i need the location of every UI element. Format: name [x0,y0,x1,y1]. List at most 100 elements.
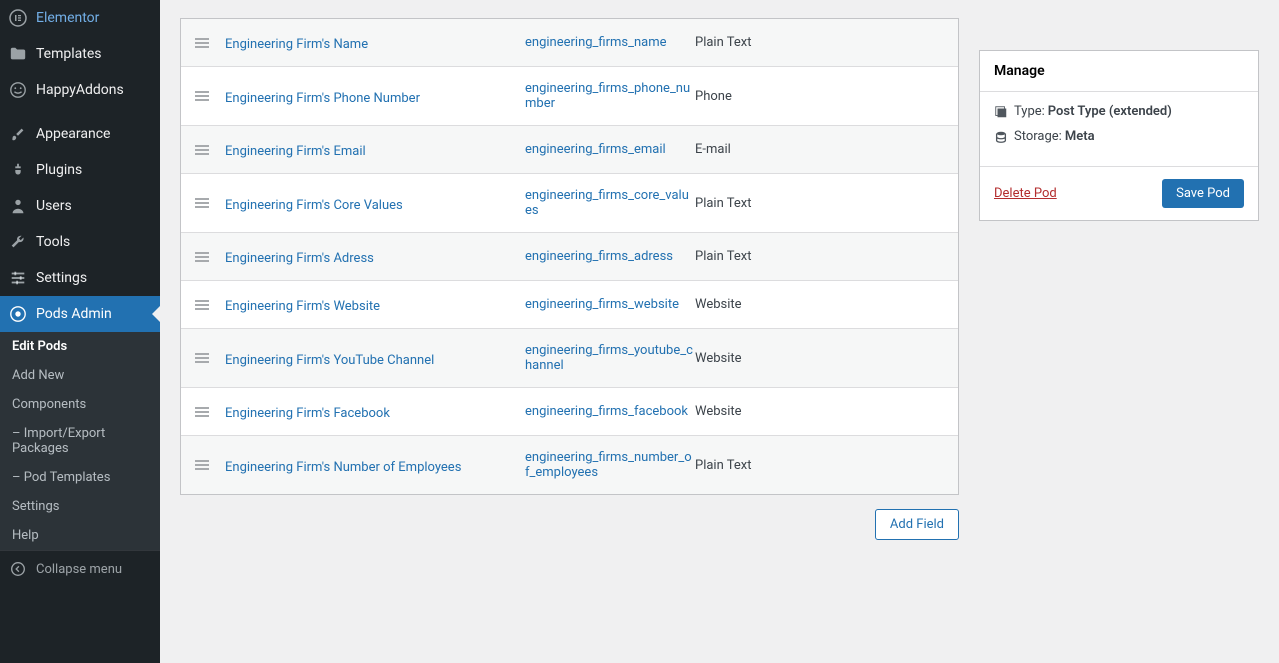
happyaddons-icon [8,80,28,100]
field-name[interactable]: engineering_firms_name [525,35,695,50]
sidebar-item-appearance[interactable]: Appearance [0,116,160,152]
sidebar-item-users[interactable]: Users [0,188,160,224]
sidebar-item-label: Elementor [36,10,99,26]
plug-icon [8,160,28,180]
field-name[interactable]: engineering_firms_website [525,297,695,312]
field-label-link[interactable]: Engineering Firm's Number of Employees [225,460,461,475]
sidebar-submenu: Edit Pods Add New Components – Import/Ex… [0,332,160,550]
field-name[interactable]: engineering_firms_youtube_channel [525,343,695,373]
elementor-icon [8,8,28,28]
field-label-link[interactable]: Engineering Firm's Adress [225,251,374,266]
field-label-link[interactable]: Engineering Firm's Phone Number [225,91,420,106]
submenu-settings[interactable]: Settings [0,492,160,521]
field-row: Engineering Firm's Phone Number engineeri… [181,67,958,126]
field-row: Engineering Firm's Email engineering_firm… [181,126,958,174]
drag-handle-icon[interactable] [195,250,225,264]
sidebar-item-label: Tools [36,234,70,250]
field-type: Plain Text [695,249,944,264]
submenu-components[interactable]: Components [0,390,160,419]
storage-icon [994,130,1008,144]
sidebar-item-happyaddons[interactable]: HappyAddons [0,72,160,108]
collapse-label: Collapse menu [36,562,122,577]
field-type: Website [695,404,944,419]
manage-title: Manage [980,51,1258,92]
field-type: Plain Text [695,35,944,50]
pods-icon [8,304,28,324]
drag-handle-icon[interactable] [195,351,225,365]
field-row: Engineering Firm's Adress engineering_fir… [181,233,958,281]
type-row: Type: Post Type (extended) [994,104,1244,119]
drag-handle-icon[interactable] [195,143,225,157]
drag-handle-icon[interactable] [195,89,225,103]
field-label-link[interactable]: Engineering Firm's Website [225,299,380,314]
type-label: Type: [1014,104,1045,119]
main-content: Engineering Firm's Name engineering_firms… [160,0,1279,663]
field-type: Phone [695,89,944,104]
field-row: Engineering Firm's Facebook engineering_f… [181,388,958,436]
fields-table: Engineering Firm's Name engineering_firms… [180,18,959,495]
field-name[interactable]: engineering_firms_adress [525,249,695,264]
field-label-link[interactable]: Engineering Firm's Core Values [225,198,403,213]
sidebar-item-label: HappyAddons [36,82,124,98]
drag-handle-icon[interactable] [195,458,225,472]
add-field-button[interactable]: Add Field [875,509,959,540]
submenu-help[interactable]: Help [0,521,160,550]
field-type: Website [695,297,944,312]
field-type: E-mail [695,142,944,157]
sidebar-item-settings[interactable]: Settings [0,260,160,296]
fields-area: Engineering Firm's Name engineering_firms… [180,0,959,643]
wrench-icon [8,232,28,252]
manage-panel: Manage Type: Post Type (extended) Storag… [979,0,1259,643]
submenu-edit-pods[interactable]: Edit Pods [0,332,160,361]
sidebar-item-pods-admin[interactable]: Pods Admin [0,296,160,332]
field-label-link[interactable]: Engineering Firm's Name [225,37,368,52]
sidebar-item-tools[interactable]: Tools [0,224,160,260]
drag-handle-icon[interactable] [195,298,225,312]
brush-icon [8,124,28,144]
submenu-import-export[interactable]: – Import/Export Packages [0,419,160,463]
sidebar-item-plugins[interactable]: Plugins [0,152,160,188]
submenu-add-new[interactable]: Add New [0,361,160,390]
collapse-menu[interactable]: Collapse menu [0,550,160,587]
field-label-link[interactable]: Engineering Firm's Email [225,144,366,159]
sliders-icon [8,268,28,288]
field-type: Plain Text [695,458,944,473]
storage-label: Storage: [1014,129,1062,144]
storage-row: Storage: Meta [994,129,1244,144]
field-label-link[interactable]: Engineering Firm's YouTube Channel [225,353,434,368]
sidebar-item-label: Templates [36,46,102,62]
field-type: Website [695,351,944,366]
admin-sidebar: Elementor Templates HappyAddons Appearan… [0,0,160,663]
field-name[interactable]: engineering_firms_core_values [525,188,695,218]
field-row: Engineering Firm's Website engineering_fi… [181,281,958,329]
drag-handle-icon[interactable] [195,36,225,50]
collapse-icon [8,559,28,579]
sidebar-item-label: Plugins [36,162,82,178]
field-row: Engineering Firm's Core Values engineerin… [181,174,958,233]
sidebar-item-elementor[interactable]: Elementor [0,0,160,36]
field-row: Engineering Firm's Name engineering_firms… [181,19,958,67]
field-name[interactable]: engineering_firms_email [525,142,695,157]
save-pod-button[interactable]: Save Pod [1162,179,1244,208]
drag-handle-icon[interactable] [195,196,225,210]
sidebar-item-label: Appearance [36,126,110,142]
manage-box: Manage Type: Post Type (extended) Storag… [979,50,1259,221]
storage-value: Meta [1065,129,1095,144]
sidebar-item-label: Pods Admin [36,306,112,322]
type-icon [994,105,1008,119]
field-row: Engineering Firm's Number of Employees en… [181,436,958,494]
type-value: Post Type (extended) [1048,104,1172,119]
delete-pod-link[interactable]: Delete Pod [994,186,1057,201]
sidebar-item-label: Settings [36,270,87,286]
submenu-pod-templates[interactable]: – Pod Templates [0,463,160,492]
field-row: Engineering Firm's YouTube Channel engine… [181,329,958,388]
field-name[interactable]: engineering_firms_phone_number [525,81,695,111]
user-icon [8,196,28,216]
sidebar-item-templates[interactable]: Templates [0,36,160,72]
field-name[interactable]: engineering_firms_number_of_employees [525,450,695,480]
sidebar-item-label: Users [36,198,72,214]
field-name[interactable]: engineering_firms_facebook [525,404,695,419]
drag-handle-icon[interactable] [195,405,225,419]
field-type: Plain Text [695,196,944,211]
field-label-link[interactable]: Engineering Firm's Facebook [225,406,390,421]
